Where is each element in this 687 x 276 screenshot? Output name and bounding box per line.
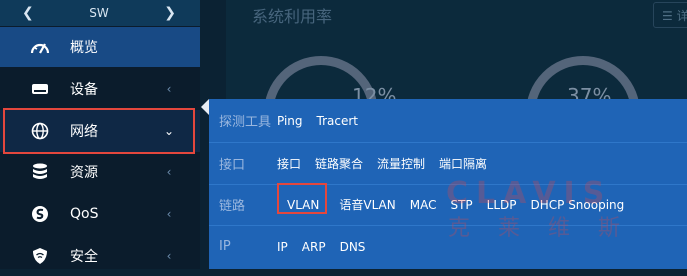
chevron-left-icon: ‹: [166, 82, 172, 96]
list-view-button[interactable]: ☰ 详: [653, 2, 687, 28]
popup-pointer-icon: [201, 99, 209, 115]
switch-selector: ❮ SW ❯: [0, 0, 200, 26]
submenu-row-probe: 探测工具 Ping Tracert: [209, 100, 687, 141]
menu-link-tracert[interactable]: Tracert: [317, 114, 358, 128]
sidebar-item-label: 概览: [70, 40, 98, 56]
gauge-icon: [30, 37, 50, 57]
submenu-category: 探测工具: [219, 115, 272, 130]
menu-link-ping[interactable]: Ping: [277, 114, 303, 128]
submenu-category: IP: [219, 239, 231, 254]
shield-icon: [30, 246, 50, 266]
sidebar-item-qos[interactable]: QoS ‹: [0, 194, 200, 234]
menu-link-lldp[interactable]: LLDP: [487, 198, 517, 212]
menu-link-arp[interactable]: ARP: [302, 240, 326, 254]
sidebar: ❮ SW ❯ 概览 设备 ‹ 网络 ⌄ 资源 ‹ QoS ‹ 安全 ‹: [0, 0, 200, 269]
sidebar-item-overview[interactable]: 概览: [0, 27, 200, 67]
sidebar-item-devices[interactable]: 设备 ‹: [0, 69, 200, 109]
device-icon: [30, 79, 50, 99]
network-submenu: 探测工具 Ping Tracert 接口 接口 链路聚合 流量控制 端口隔离 链…: [209, 99, 687, 269]
globe-icon: [30, 121, 50, 141]
menu-link-mac[interactable]: MAC: [410, 198, 437, 212]
sidebar-item-label: 安全: [70, 249, 98, 265]
prev-switch-icon[interactable]: ❮: [22, 6, 34, 20]
submenu-row-link: 链路 VLAN 语音VLAN MAC STP LLDP DHCP Snoopin…: [209, 184, 687, 225]
menu-link-stp[interactable]: STP: [450, 198, 472, 212]
menu-link-vlan[interactable]: VLAN: [287, 198, 319, 212]
system-utilization-title: 系统利用率: [252, 7, 333, 26]
sidebar-item-network[interactable]: 网络 ⌄: [0, 110, 200, 152]
menu-link-port-isolation[interactable]: 端口隔离: [439, 155, 487, 172]
sidebar-item-label: 资源: [70, 165, 98, 181]
sidebar-item-resources[interactable]: 资源 ‹: [0, 152, 200, 192]
sidebar-item-label: 设备: [70, 82, 98, 98]
sidebar-item-label: 网络: [70, 124, 98, 140]
submenu-category: 接口: [219, 158, 246, 173]
chevron-left-icon: ‹: [166, 249, 172, 263]
switch-name: SW: [89, 6, 109, 20]
chevron-left-icon: ‹: [166, 207, 172, 221]
submenu-category: 链路: [219, 199, 246, 214]
database-icon: [30, 162, 50, 182]
submenu-row-interface: 接口 接口 链路聚合 流量控制 端口隔离: [209, 143, 687, 184]
qos-icon: [30, 204, 50, 224]
next-switch-icon[interactable]: ❯: [164, 6, 176, 20]
menu-link-flow-control[interactable]: 流量控制: [377, 155, 425, 172]
menu-link-ip[interactable]: IP: [277, 240, 288, 254]
sidebar-item-label: QoS: [70, 206, 99, 222]
sidebar-item-security[interactable]: 安全 ‹: [0, 236, 200, 276]
menu-link-link-aggregation[interactable]: 链路聚合: [315, 155, 363, 172]
submenu-row-ip: IP IP ARP DNS: [209, 226, 687, 267]
chevron-left-icon: ‹: [166, 165, 172, 179]
menu-link-dns[interactable]: DNS: [340, 240, 366, 254]
menu-link-dhcp-snooping[interactable]: DHCP Snooping: [531, 198, 625, 212]
menu-link-interface[interactable]: 接口: [277, 155, 301, 172]
menu-link-voice-vlan[interactable]: 语音VLAN: [339, 196, 395, 213]
chevron-down-icon: ⌄: [163, 124, 175, 138]
